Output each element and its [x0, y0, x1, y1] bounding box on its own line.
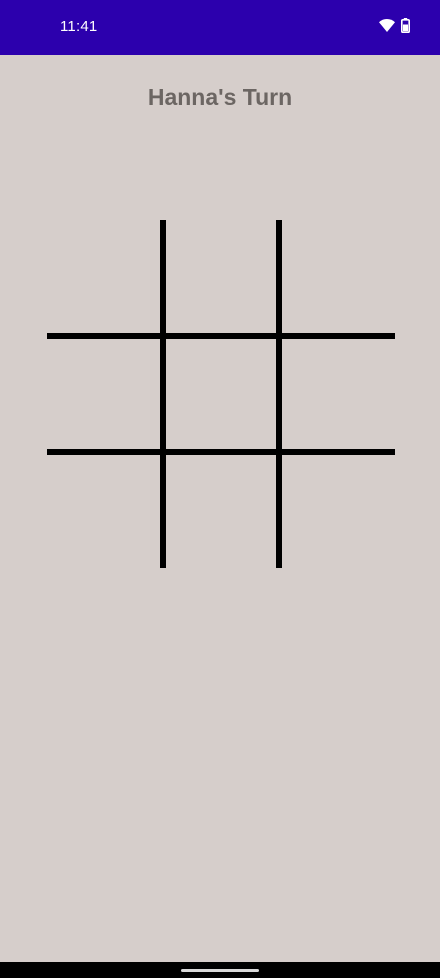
board-cell-2-3[interactable]: [279, 336, 395, 452]
board-cell-3-3[interactable]: [279, 452, 395, 568]
board-cell-3-2[interactable]: [163, 452, 279, 568]
tic-tac-toe-board: [47, 220, 395, 568]
status-icons: [379, 18, 410, 33]
turn-indicator: Hanna's Turn: [147, 84, 293, 110]
board-cell-2-2[interactable]: [163, 336, 279, 452]
status-bar: 11:41: [0, 0, 440, 55]
board-cell-1-3[interactable]: [279, 220, 395, 336]
battery-icon: [401, 18, 410, 33]
home-gesture-handle[interactable]: [181, 969, 259, 972]
board-cell-1-1[interactable]: [47, 220, 163, 336]
wifi-icon: [379, 19, 395, 32]
board-cell-2-1[interactable]: [47, 336, 163, 452]
board-cell-1-2[interactable]: [163, 220, 279, 336]
status-time: 11:41: [60, 18, 98, 35]
board-cell-3-1[interactable]: [47, 452, 163, 568]
navigation-bar: [0, 962, 440, 978]
